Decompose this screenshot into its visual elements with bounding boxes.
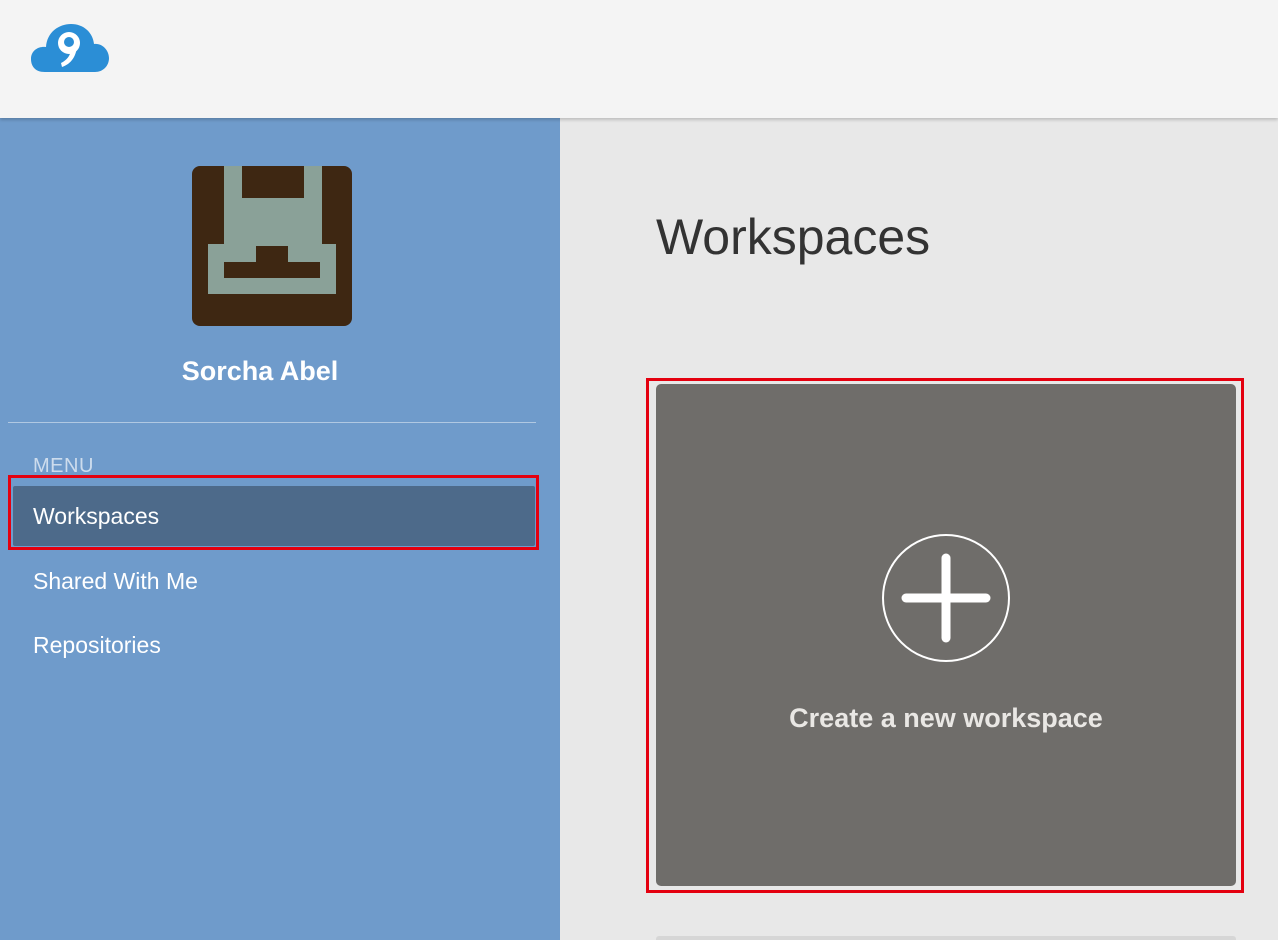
sidebar-item-label: Shared With Me — [33, 568, 198, 594]
sidebar-divider — [8, 422, 536, 423]
create-workspace-label: Create a new workspace — [789, 703, 1103, 733]
plus-circle-icon — [882, 534, 1010, 662]
sidebar-item-repositories[interactable]: Repositories — [13, 615, 535, 675]
sidebar: Sorcha Abel MENU Workspaces Shared With … — [0, 118, 560, 940]
menu-header: MENU — [33, 455, 94, 477]
top-bar — [0, 0, 1278, 118]
user-name: Sorcha Abel — [181, 356, 339, 386]
main-content: Workspaces Create a new workspace — [560, 118, 1278, 940]
sidebar-item-label: Repositories — [33, 632, 161, 658]
avatar[interactable] — [192, 166, 352, 326]
cloud9-logo-icon[interactable] — [31, 20, 109, 74]
sidebar-item-shared-with-me[interactable]: Shared With Me — [13, 551, 535, 611]
page-title: Workspaces — [656, 209, 931, 265]
sidebar-item-workspaces[interactable]: Workspaces — [13, 486, 535, 546]
sidebar-item-label: Workspaces — [33, 503, 160, 529]
workspace-card-edge — [656, 936, 1236, 940]
pixel-avatar-icon — [192, 166, 352, 326]
create-workspace-card[interactable]: Create a new workspace — [656, 384, 1236, 886]
